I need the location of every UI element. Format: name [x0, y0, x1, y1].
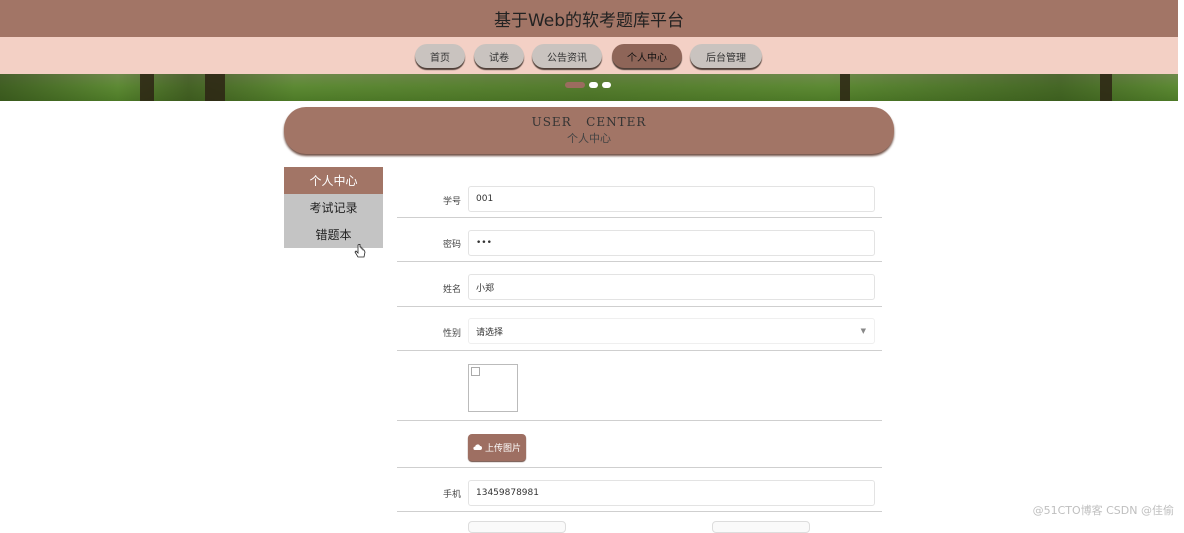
banner-tree — [840, 74, 850, 101]
account-label: 学号 — [442, 197, 461, 207]
section-header: USER CENTER 个人中心 — [284, 107, 894, 154]
cursor-icon — [354, 244, 366, 258]
banner-tree — [1100, 74, 1112, 101]
broken-image-icon — [471, 367, 480, 376]
form-row-photo — [397, 350, 882, 421]
section-title-en: USER CENTER — [531, 115, 647, 129]
carousel-indicators — [565, 82, 611, 88]
section-title-cn: 个人中心 — [567, 132, 611, 145]
form-row-password: 密码 ••• — [397, 217, 882, 262]
carousel-dot[interactable] — [565, 82, 585, 88]
carousel-dot[interactable] — [602, 82, 611, 88]
upload-button-label: 上传图片 — [484, 444, 521, 454]
form-row-upload: 上传图片 — [397, 420, 882, 468]
gender-label: 性别 — [442, 329, 461, 339]
site-title: 基于Web的软考题库平台 — [493, 11, 685, 31]
nav-exams[interactable]: 试卷 — [474, 44, 524, 68]
upload-cloud-icon — [473, 444, 482, 450]
nav-admin[interactable]: 后台管理 — [690, 44, 762, 68]
gender-select-value: 请选择 — [476, 327, 504, 338]
banner-tree — [205, 74, 225, 101]
banner-tree — [140, 74, 154, 101]
upload-image-button[interactable]: 上传图片 — [468, 434, 526, 461]
name-input[interactable]: 小郑 — [468, 274, 875, 300]
photo-preview — [468, 364, 518, 412]
form-row-phone: 手机 13459878981 — [397, 467, 882, 512]
password-label: 密码 — [442, 240, 461, 250]
gender-select[interactable]: 请选择 ▼ — [468, 318, 875, 344]
side-item-user-center[interactable]: 个人中心 — [284, 167, 383, 194]
password-input[interactable]: ••• — [468, 230, 875, 256]
carousel-dot[interactable] — [589, 82, 598, 88]
watermark: @51CTO博客 CSDN @佳偷 — [1032, 504, 1174, 517]
submit-button[interactable] — [468, 521, 566, 533]
side-item-exam-records[interactable]: 考试记录 — [284, 194, 383, 221]
chevron-down-icon: ▼ — [860, 327, 866, 335]
main-nav: 首页 试卷 公告资讯 个人中心 后台管理 — [0, 37, 1178, 74]
form-row-gender: 性别 请选择 ▼ — [397, 306, 882, 351]
nav-user-center[interactable]: 个人中心 — [612, 44, 682, 68]
side-item-wrong-questions[interactable]: 错题本 — [284, 221, 383, 248]
nav-home[interactable]: 首页 — [415, 44, 465, 68]
logout-button[interactable] — [712, 521, 810, 533]
site-header: 基于Web的软考题库平台 — [0, 0, 1178, 37]
phone-label: 手机 — [442, 490, 461, 500]
form-row-account: 学号 001 — [397, 184, 882, 218]
form-row-name: 姓名 小郑 — [397, 261, 882, 307]
name-label: 姓名 — [442, 285, 461, 295]
phone-input[interactable]: 13459878981 — [468, 480, 875, 506]
account-input[interactable]: 001 — [468, 186, 875, 212]
nav-announcements[interactable]: 公告资讯 — [532, 44, 602, 68]
side-menu: 个人中心 考试记录 错题本 — [284, 167, 383, 248]
